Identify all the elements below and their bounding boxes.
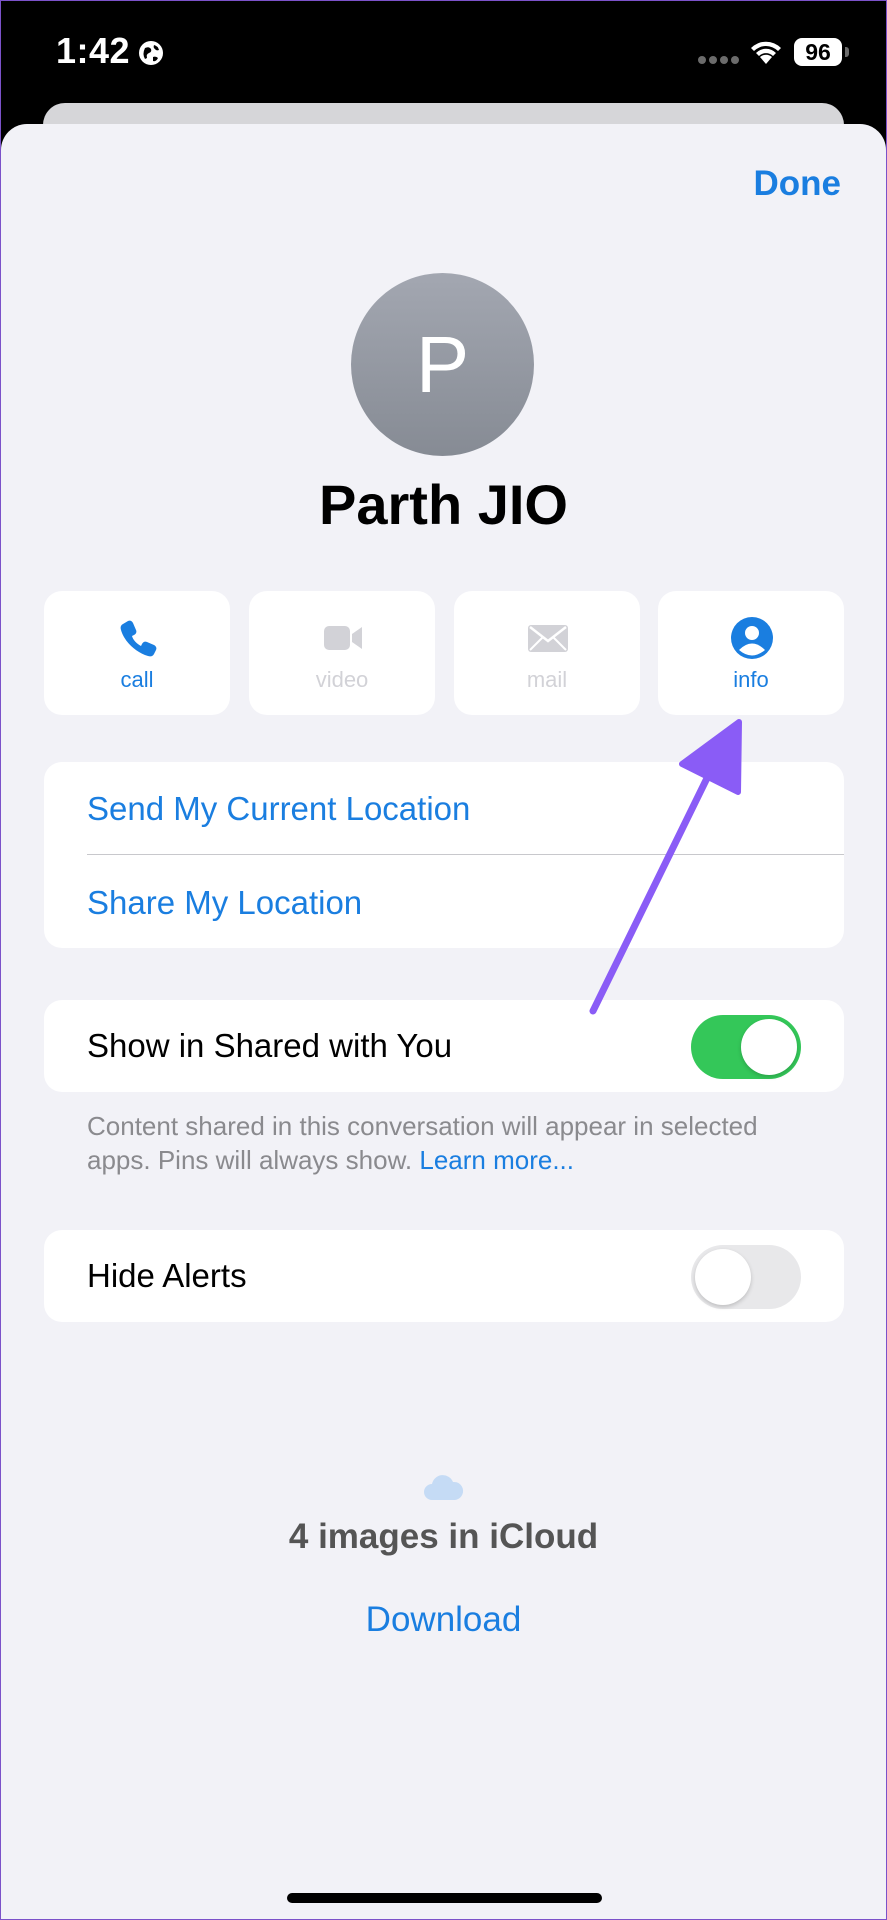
status-bar: 1:42 96 bbox=[0, 0, 887, 100]
video-button[interactable]: video bbox=[249, 591, 435, 715]
mail-icon bbox=[528, 625, 568, 652]
status-time: 1:42 bbox=[56, 30, 131, 71]
hide-alerts-toggle[interactable] bbox=[691, 1245, 801, 1309]
hide-alerts-label: Hide Alerts bbox=[87, 1257, 247, 1294]
conversation-details-sheet: Done P Parth JIO call video mail info Se… bbox=[1, 124, 886, 1919]
call-button[interactable]: call bbox=[44, 591, 230, 715]
phone-icon bbox=[120, 620, 157, 657]
video-label: video bbox=[315, 667, 369, 692]
video-icon bbox=[324, 626, 362, 650]
person-circle-icon bbox=[731, 617, 773, 659]
shared-with-you-toggle[interactable] bbox=[691, 1015, 801, 1079]
shared-with-you-footnote: Content shared in this conversation will… bbox=[87, 1109, 807, 1177]
info-label: info bbox=[733, 667, 769, 692]
home-indicator bbox=[287, 1893, 602, 1903]
info-button[interactable]: info bbox=[658, 591, 844, 715]
contact-actions: call video mail info bbox=[44, 591, 844, 715]
contact-name: Parth JIO bbox=[319, 473, 568, 536]
wifi-icon bbox=[751, 41, 781, 64]
toggle-knob bbox=[695, 1249, 751, 1305]
battery-indicator: 96 bbox=[794, 38, 842, 66]
mail-label: mail bbox=[526, 667, 568, 692]
toggle-knob bbox=[741, 1019, 797, 1075]
call-label: call bbox=[120, 667, 154, 692]
avatar: P bbox=[351, 273, 534, 456]
share-my-location[interactable]: Share My Location bbox=[87, 884, 362, 922]
done-button[interactable]: Done bbox=[754, 164, 842, 204]
location-group: Send My Current Location Share My Locati… bbox=[44, 762, 844, 948]
mail-button[interactable]: mail bbox=[454, 591, 640, 715]
divider bbox=[87, 854, 844, 855]
cellular-signal-icon bbox=[698, 56, 739, 64]
icloud-images-title: 4 images in iCloud bbox=[288, 1517, 599, 1556]
shared-with-you-label: Show in Shared with You bbox=[87, 1027, 453, 1064]
download-link[interactable]: Download bbox=[1, 1600, 886, 1640]
battery-nub bbox=[845, 47, 849, 57]
learn-more-link[interactable]: Learn more... bbox=[419, 1145, 574, 1175]
send-current-location[interactable]: Send My Current Location bbox=[87, 790, 470, 828]
cloud-icon bbox=[424, 1475, 464, 1500]
hide-alerts-row: Hide Alerts bbox=[44, 1230, 844, 1322]
shared-with-you-row: Show in Shared with You bbox=[44, 1000, 844, 1092]
globe-icon bbox=[139, 41, 163, 65]
